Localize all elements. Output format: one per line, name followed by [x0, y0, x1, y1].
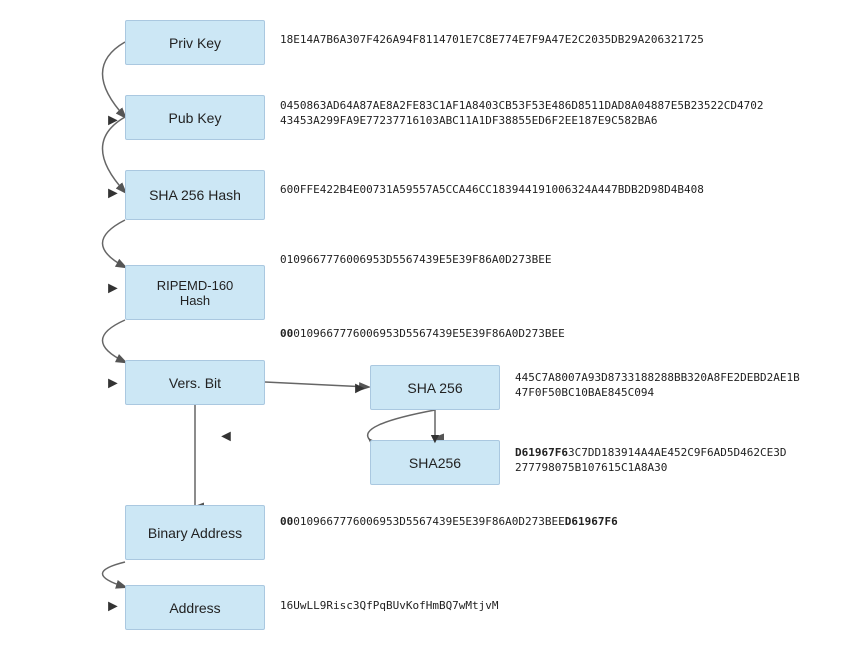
sha256-r1-value: 445C7A8007A93D8733188288BB320A8FE2DEBD2A…	[515, 370, 800, 401]
binary-address-value: 000109667776006953D5567439E5E39F86A0D273…	[280, 514, 618, 529]
arrow-sha256: ►	[105, 185, 121, 203]
sha256-r2-value: D61967F63C7DD183914A4AE452C9F6AD5D462CE3…	[515, 445, 787, 476]
arrow-ripemd: ►	[105, 280, 121, 298]
ripemd-post-value: 000109667776006953D5567439E5E39F86A0D273…	[280, 326, 565, 341]
arrow-vers: ►	[105, 375, 121, 393]
diagram-container: Priv Key Pub Key SHA 256 Hash RIPEMD-160…	[0, 0, 855, 651]
pub-key-value: 0450863AD64A87AE8A2FE83C1AF1A8403CB53F53…	[280, 98, 763, 129]
arrow-left-back: ►	[218, 428, 234, 446]
arrow-down: ▼	[428, 430, 442, 446]
arrow-pub-key: ►	[105, 112, 121, 130]
address-value: 16UwLL9Risc3QfPqBUvKofHmBQ7wMtjvM	[280, 598, 499, 613]
sha256-right1-box: SHA 256	[370, 365, 500, 410]
sha256-hash-box: SHA 256 Hash	[125, 170, 265, 220]
binary-address-box: Binary Address	[125, 505, 265, 560]
arrow-address: ►	[105, 598, 121, 616]
priv-key-value: 18E14A7B6A307F426A94F8114701E7C8E774E7F9…	[280, 32, 704, 47]
sha256-right2-box: SHA256	[370, 440, 500, 485]
arrow-sha256-r1: ►	[352, 380, 368, 398]
sha256-hash-value: 600FFE422B4E00731A59557A5CCA46CC18394419…	[280, 182, 704, 197]
vers-bit-box: Vers. Bit	[125, 360, 265, 405]
priv-key-box: Priv Key	[125, 20, 265, 65]
ripemd-hash-box: RIPEMD-160Hash	[125, 265, 265, 320]
address-box: Address	[125, 585, 265, 630]
pub-key-box: Pub Key	[125, 95, 265, 140]
ripemd-pre-value: 0109667776006953D5567439E5E39F86A0D273BE…	[280, 252, 552, 267]
